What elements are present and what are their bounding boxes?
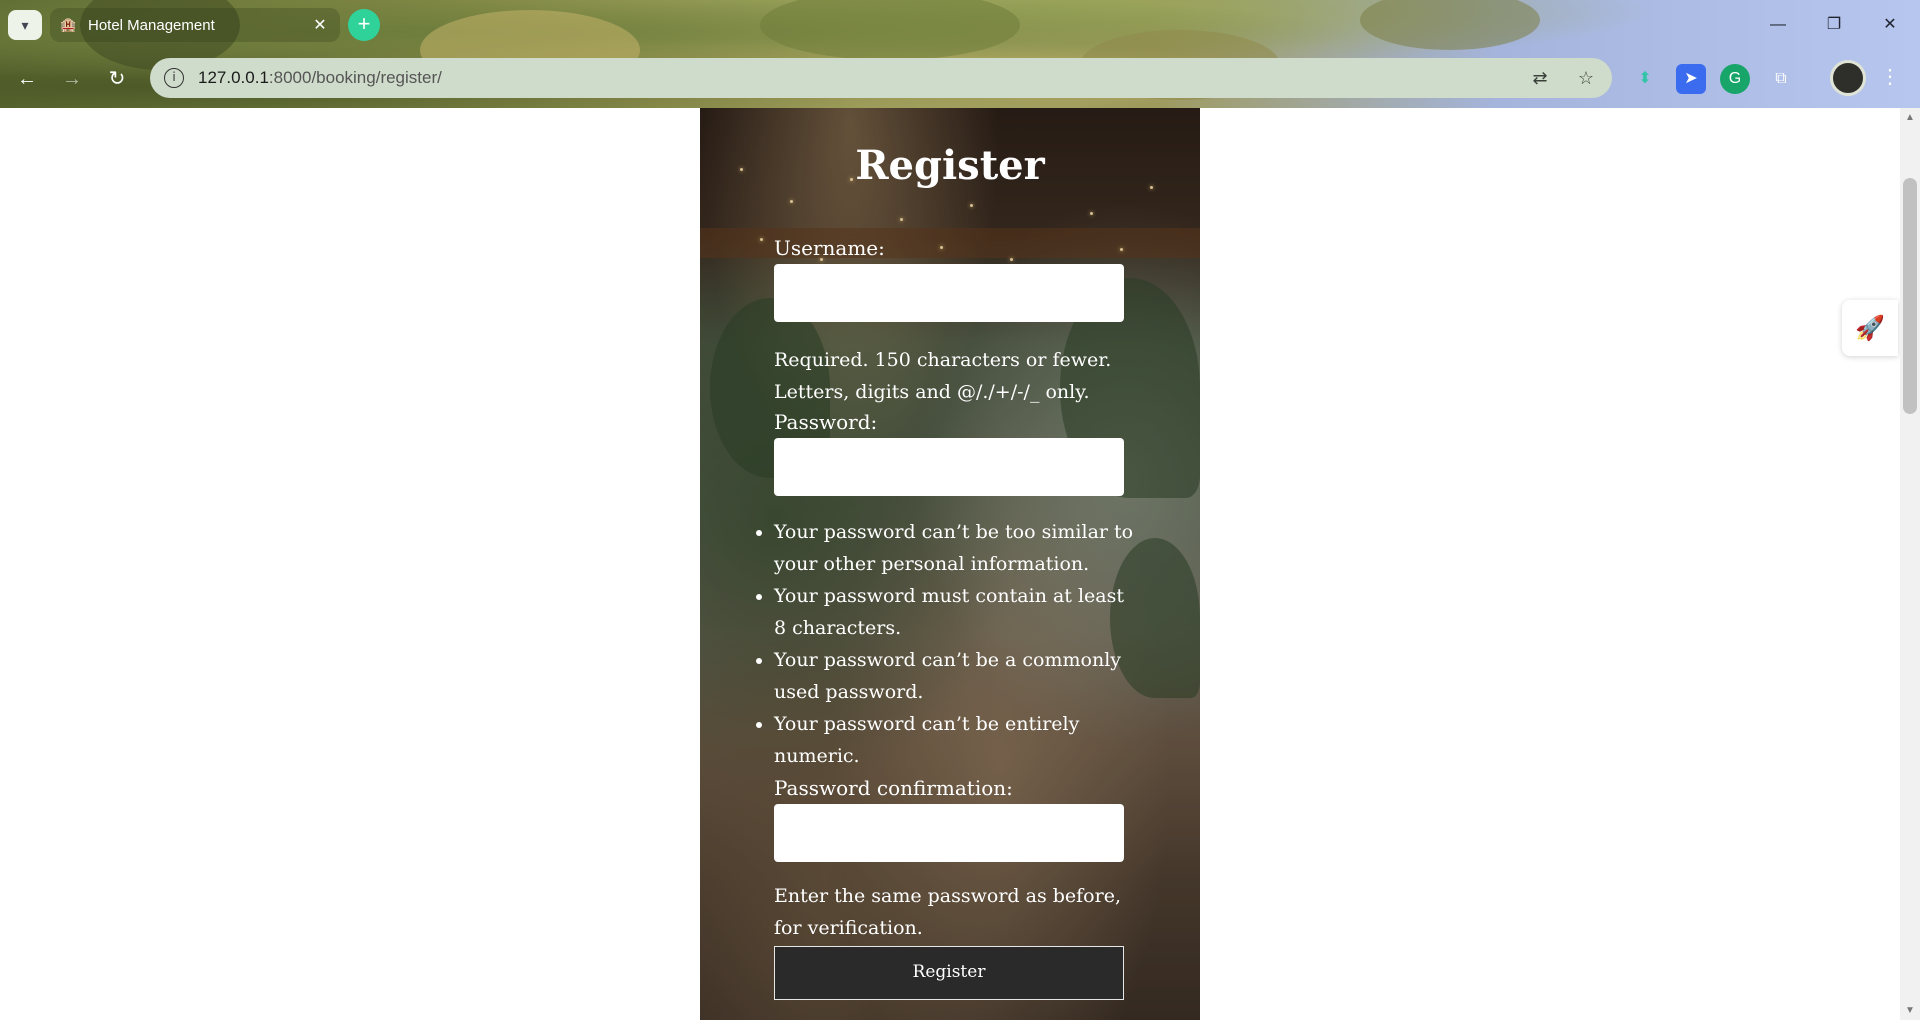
password-confirmation-label: Password confirmation:: [774, 776, 1013, 800]
page-viewport: Register Username: Required. 150 charact…: [0, 108, 1920, 1020]
kebab-menu-icon[interactable]: ⋮: [1880, 64, 1900, 89]
avatar[interactable]: [1830, 60, 1866, 96]
browser-toolbar: ← → ↻ i 127.0.0.1:8000/booking/register/…: [0, 56, 1920, 102]
translate-icon[interactable]: ⇄: [1528, 68, 1552, 89]
list-item: Your password can’t be a commonly used p…: [774, 644, 1134, 708]
username-help-text: Required. 150 characters or fewer. Lette…: [774, 349, 1112, 403]
favicon-icon: 🏨: [60, 17, 77, 32]
list-item: Your password must contain at least 8 ch…: [774, 580, 1134, 644]
page-title: Register: [855, 142, 1045, 189]
url-host: 127.0.0.1: [198, 68, 269, 87]
minimize-button[interactable]: —: [1758, 12, 1798, 38]
address-bar[interactable]: i 127.0.0.1:8000/booking/register/ ⇄ ☆: [150, 58, 1612, 98]
username-field[interactable]: [774, 264, 1124, 322]
new-tab-button[interactable]: +: [348, 9, 380, 41]
password-confirmation-field[interactable]: [774, 804, 1124, 862]
url-path: :8000/booking/register/: [268, 68, 442, 87]
arrow-left-icon[interactable]: ←: [10, 62, 44, 96]
tab-hotel-management[interactable]: 🏨 Hotel Management ✕: [50, 8, 340, 42]
reload-icon[interactable]: ↻: [100, 62, 134, 96]
scrollbar[interactable]: ▲ ▼: [1900, 108, 1920, 1020]
window-close-button[interactable]: ✕: [1870, 12, 1910, 38]
star-icon[interactable]: ☆: [1574, 68, 1598, 89]
close-icon[interactable]: ✕: [310, 15, 330, 35]
puzzle-icon[interactable]: ⧉: [1766, 64, 1796, 94]
password-label: Password:: [774, 410, 878, 434]
tab-title: Hotel Management: [88, 16, 215, 34]
list-item: Your password can’t be too similar to yo…: [774, 516, 1134, 580]
scrollbar-thumb[interactable]: [1903, 178, 1917, 414]
list-item: Your password can’t be entirely numeric.: [774, 708, 1134, 772]
grammarly-icon[interactable]: G: [1720, 64, 1750, 94]
arrow-right-icon[interactable]: →: [55, 62, 89, 96]
info-icon[interactable]: i: [164, 68, 184, 88]
password-rules-list: Your password can’t be too similar to yo…: [774, 516, 1134, 772]
scroll-up-icon[interactable]: ▲: [1904, 112, 1916, 123]
extension-pin-icon[interactable]: ⬍: [1630, 64, 1660, 94]
restore-button[interactable]: ❐: [1814, 12, 1854, 38]
password-field[interactable]: [774, 438, 1124, 496]
tab-strip: ▾ 🏨 Hotel Management ✕ + — ❐ ✕: [0, 0, 1920, 50]
rocket-icon[interactable]: 🚀: [1842, 300, 1898, 356]
register-form: Register Username: Required. 150 charact…: [700, 108, 1200, 1020]
password-confirmation-help-text: Enter the same password as before, for v…: [774, 885, 1121, 939]
extension-rocket-icon[interactable]: ➤: [1676, 64, 1706, 94]
chevron-down-icon[interactable]: ▾: [8, 10, 42, 40]
browser-chrome: ▾ 🏨 Hotel Management ✕ + — ❐ ✕ ← → ↻ i 1…: [0, 0, 1920, 108]
scroll-down-icon[interactable]: ▼: [1904, 1005, 1916, 1016]
register-card: Register Username: Required. 150 charact…: [700, 108, 1200, 1020]
register-button[interactable]: Register: [774, 946, 1124, 1000]
username-label: Username:: [774, 236, 885, 260]
